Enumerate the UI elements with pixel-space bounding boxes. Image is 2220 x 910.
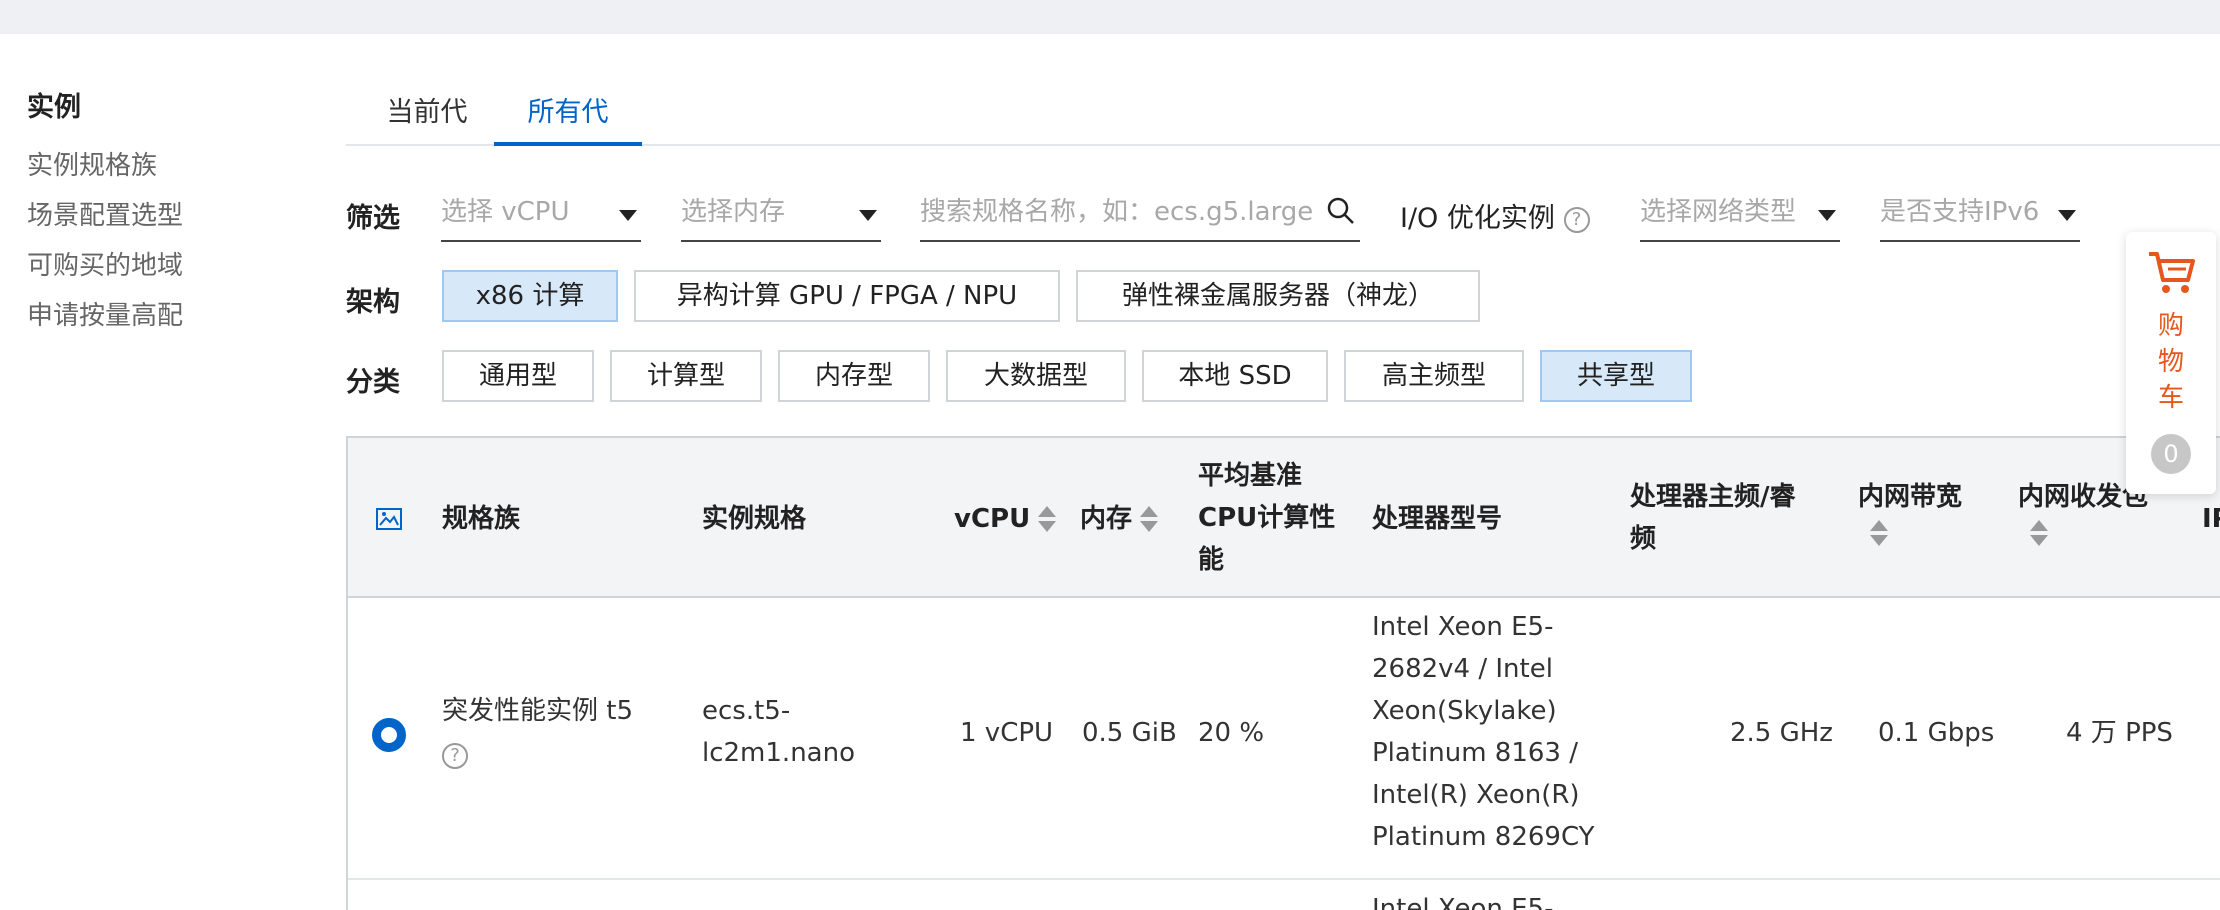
sort-icon[interactable] [1870, 520, 1888, 548]
cell-processor-next: Intel Xeon E5- [1372, 894, 1554, 910]
cart-label-char: 车 [2157, 383, 2184, 413]
col-vcpu-label: vCPU [954, 504, 1031, 534]
cell-freq: 2.5 GHz [1730, 718, 1833, 748]
arch-option-bare-metal[interactable]: 弹性裸金属服务器（神龙） [1076, 270, 1480, 322]
top-bar [0, 0, 2220, 34]
chevron-down-icon [619, 210, 637, 221]
col-freq: 处理器主频/睿 频 [1630, 476, 1796, 560]
help-icon[interactable]: ? [442, 742, 468, 769]
col-baseline-line3: 能 [1198, 545, 1225, 575]
tab-all-gen[interactable]: 所有代 [494, 90, 642, 146]
tab-current-gen[interactable]: 当前代 [366, 90, 488, 146]
cell-spec: ecs.t5- lc2m1.nano [702, 690, 855, 774]
cell-processor-line: Xeon(Skylake) [1372, 696, 1557, 726]
vcpu-select-placeholder: 选择 vCPU [441, 197, 570, 227]
col-family: 规格族 [442, 504, 521, 534]
category-label: 分类 [346, 367, 400, 398]
network-type-select[interactable]: 选择网络类型 [1640, 190, 1840, 242]
vcpu-select[interactable]: 选择 vCPU [441, 190, 641, 242]
cell-vcpu: 1 vCPU [960, 718, 1054, 748]
cell-spec-line2: lc2m1.nano [702, 738, 855, 768]
cell-processor-line: Platinum 8269CY [1372, 822, 1595, 852]
ipv6-placeholder: 是否支持IPv6 [1880, 197, 2040, 227]
chevron-down-icon [2058, 210, 2076, 221]
cart-icon [2149, 252, 2195, 293]
category-compute[interactable]: 计算型 [610, 350, 762, 402]
sidebar-title: 实例 [27, 92, 81, 123]
col-bandwidth[interactable]: 内网带宽 [1858, 476, 1962, 548]
category-big-data[interactable]: 大数据型 [946, 350, 1126, 402]
col-bandwidth-label: 内网带宽 [1858, 482, 1963, 512]
image-icon[interactable] [376, 508, 402, 530]
cell-pps: 4 万 PPS [2066, 718, 2173, 748]
io-optimized-label: I/O 优化实例 [1400, 203, 1555, 234]
category-local-ssd[interactable]: 本地 SSD [1142, 350, 1328, 402]
shopping-cart[interactable]: 购 物 车 0 [2126, 232, 2216, 494]
cell-baseline: 20 % [1198, 718, 1265, 748]
arch-option-heterogeneous[interactable]: 异构计算 GPU / FPGA / NPU [634, 270, 1060, 322]
chevron-down-icon [859, 210, 877, 221]
cart-label-char: 物 [2157, 347, 2184, 377]
cell-processor: Intel Xeon E5- 2682v4 / Intel Xeon(Skyla… [1372, 606, 1595, 858]
category-memory[interactable]: 内存型 [778, 350, 930, 402]
arch-option-x86[interactable]: x86 计算 [442, 270, 618, 322]
sidebar-item-scenarios[interactable]: 场景配置选型 [27, 191, 183, 241]
col-freq-line1: 处理器主频/睿 [1630, 482, 1796, 512]
generation-tabs: 当前代 所有代 [346, 90, 2220, 146]
col-baseline-line2: CPU计算性 [1198, 503, 1336, 533]
sidebar-item-families[interactable]: 实例规格族 [27, 141, 183, 191]
cell-family-text: 突发性能实例 t5 [442, 696, 634, 726]
instance-table: 规格族 实例规格 vCPU 内存 平均基准 CPU计算性 能 处理器型号 处理器… [346, 436, 2220, 910]
col-baseline: 平均基准 CPU计算性 能 [1198, 455, 1335, 581]
cell-processor-line: 2682v4 / Intel [1372, 654, 1553, 684]
cart-label-char: 购 [2157, 311, 2184, 341]
col-vcpu[interactable]: vCPU [954, 498, 1057, 540]
memory-select[interactable]: 选择内存 [681, 190, 881, 242]
spec-search [920, 190, 1360, 242]
cell-memory: 0.5 GiB [1082, 718, 1177, 748]
sidebar-item-regions[interactable]: 可购买的地域 [27, 241, 183, 291]
table-header: 规格族 实例规格 vCPU 内存 平均基准 CPU计算性 能 处理器型号 处理器… [348, 436, 2220, 598]
network-type-placeholder: 选择网络类型 [1640, 197, 1797, 227]
help-icon[interactable]: ? [1563, 206, 1590, 233]
row-divider [348, 878, 2220, 880]
chevron-down-icon [1818, 210, 1836, 221]
cart-label: 购 物 车 [2126, 308, 2216, 416]
col-freq-line2: 频 [1630, 524, 1657, 554]
memory-select-placeholder: 选择内存 [681, 197, 786, 227]
arch-label: 架构 [346, 287, 400, 318]
cell-family: 突发性能实例 t5 ? [442, 690, 633, 776]
cart-count-badge: 0 [2151, 434, 2191, 474]
cell-processor-line: Intel(R) Xeon(R) [1372, 780, 1580, 810]
sidebar: 实例 实例规格族 场景配置选型 可购买的地域 申请按量高配 [27, 90, 183, 341]
row-select-radio[interactable] [372, 718, 406, 752]
col-processor: 处理器型号 [1372, 504, 1503, 534]
sort-icon[interactable] [1038, 505, 1057, 534]
cell-processor-line: Platinum 8163 / [1372, 738, 1578, 768]
cell-processor-line: Intel Xeon E5- [1372, 612, 1554, 642]
col-memory-label: 内存 [1080, 504, 1133, 534]
spec-search-input[interactable] [920, 190, 1320, 234]
cell-bandwidth: 0.1 Gbps [1878, 718, 1995, 748]
sort-icon[interactable] [1140, 505, 1159, 534]
filter-label: 筛选 [346, 203, 400, 234]
col-baseline-line1: 平均基准 [1198, 461, 1303, 491]
ipv6-select[interactable]: 是否支持IPv6 [1880, 190, 2080, 242]
col-spec: 实例规格 [702, 504, 807, 534]
cell-spec-line1: ecs.t5- [702, 696, 791, 726]
sort-icon[interactable] [2030, 520, 2048, 548]
io-optimized-toggle[interactable]: I/O 优化实例 ? [1400, 196, 1590, 235]
col-memory[interactable]: 内存 [1080, 498, 1159, 540]
category-shared[interactable]: 共享型 [1540, 350, 1692, 402]
sidebar-item-quota[interactable]: 申请按量高配 [27, 291, 183, 341]
category-general[interactable]: 通用型 [442, 350, 594, 402]
col-ip: IP [2202, 504, 2220, 534]
category-high-freq[interactable]: 高主频型 [1344, 350, 1524, 402]
search-icon[interactable] [1326, 196, 1356, 226]
